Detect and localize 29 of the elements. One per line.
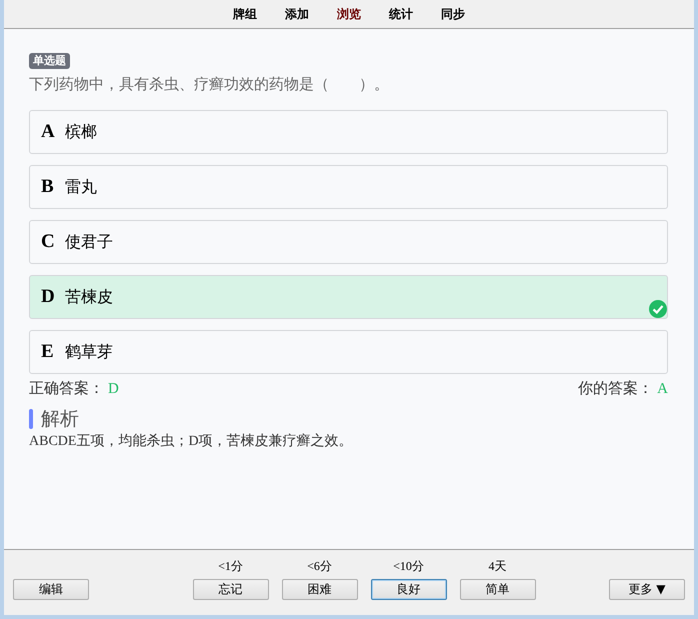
answer-option[interactable]: C 使君子: [29, 220, 668, 264]
interval-label: <10分: [393, 558, 424, 575]
ease-button[interactable]: 良好: [370, 579, 446, 600]
ease-button[interactable]: 简单: [460, 579, 536, 600]
menu-item[interactable]: 浏览: [323, 6, 375, 22]
answer-option[interactable]: D 苦楝皮: [29, 275, 668, 319]
answer-option[interactable]: B 雷丸: [29, 165, 668, 209]
your-answer-value: A: [657, 381, 668, 397]
interval-label: 4天: [488, 558, 506, 575]
correct-answer-value: D: [108, 381, 119, 397]
question-text: 下列药物中，具有杀虫、疗癣功效的药物是（ ）。: [29, 75, 390, 94]
your-answer-label: 你的答案：: [578, 381, 654, 397]
ease-button[interactable]: 困难: [282, 579, 358, 600]
menu-item[interactable]: 添加: [271, 6, 323, 22]
menu-item[interactable]: 同步: [427, 6, 479, 22]
answer-option[interactable]: E 鹤草芽: [29, 330, 668, 374]
analysis-text: ABCDE五项，均能杀虫；D项，苦楝皮兼疗癣之效。: [29, 432, 354, 450]
interval-label: <6分: [307, 558, 332, 575]
analysis-heading: 解析: [41, 407, 79, 432]
check-icon: [649, 300, 667, 318]
correct-answer-label: 正确答案：: [29, 381, 104, 397]
menu-item[interactable]: 牌组: [219, 6, 271, 22]
interval-label: <1分: [218, 558, 243, 575]
answer-option[interactable]: A 槟榔: [29, 110, 668, 154]
question-type-tag: 单选题: [29, 53, 70, 69]
menu-item[interactable]: 统计: [375, 6, 427, 22]
more-button[interactable]: 更多 ▼: [609, 579, 685, 600]
edit-button[interactable]: 编辑: [13, 579, 89, 600]
ease-button[interactable]: 忘记: [192, 579, 268, 600]
